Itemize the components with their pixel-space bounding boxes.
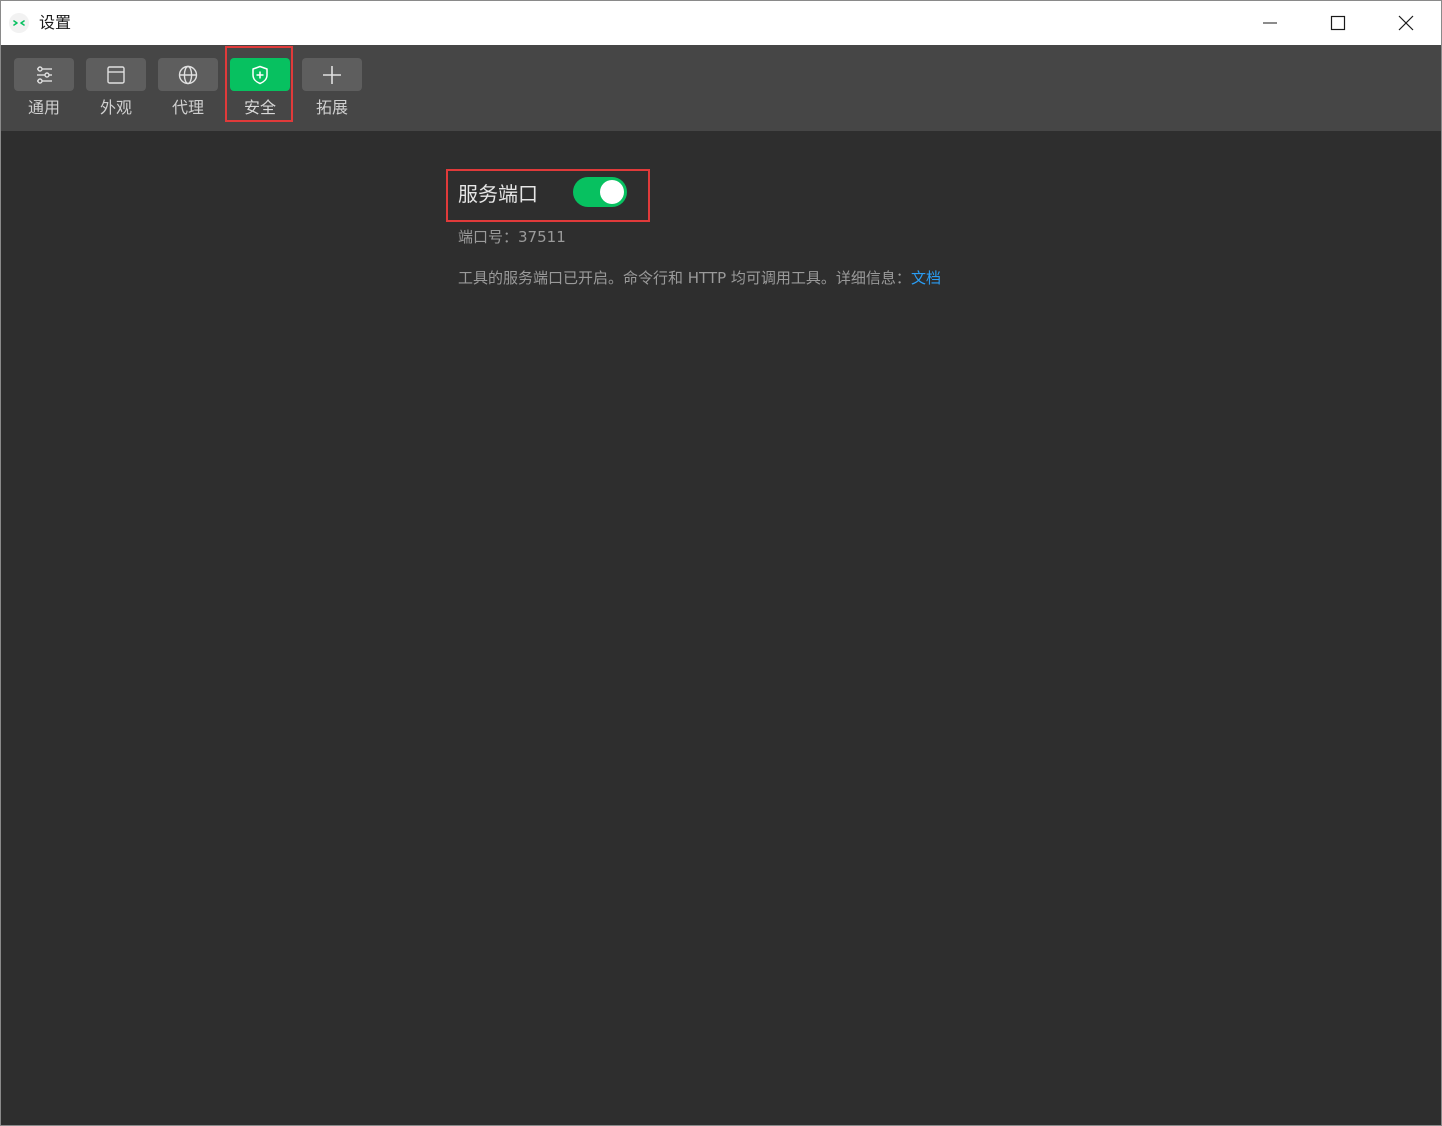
tab-button[interactable] (14, 58, 74, 91)
tab-label: 外观 (99, 98, 132, 117)
service-port-toggle[interactable] (573, 177, 627, 207)
port-prefix: 端口号： (458, 228, 519, 246)
close-icon (1398, 15, 1414, 31)
tab-appearance[interactable]: 外观 (81, 45, 151, 131)
settings-toolbar: 通用 外观 代理 安全 拓展 (1, 45, 1441, 131)
window-title: 设置 (39, 13, 72, 32)
maximize-button[interactable] (1304, 1, 1372, 45)
close-button[interactable] (1372, 1, 1440, 45)
security-panel: 服务端口 端口号：37511 工具的服务端口已开启。命令行和 HTTP 均可调用… (1, 131, 1441, 1125)
tab-button[interactable] (86, 58, 146, 91)
port-number: 37511 (518, 228, 566, 246)
service-port-description: 工具的服务端口已开启。命令行和 HTTP 均可调用工具。详细信息：文档 (458, 268, 941, 288)
doc-link[interactable]: 文档 (911, 269, 941, 287)
settings-window: 设置 通用 外观 代理 安全 拓展 服务端口 端口号：37511 工具的服务端口… (0, 0, 1442, 1126)
tab-label: 通用 (27, 98, 60, 117)
description-text: 工具的服务端口已开启。命令行和 HTTP 均可调用工具。详细信息： (458, 269, 911, 287)
minimize-button[interactable] (1236, 1, 1304, 45)
tab-proxy[interactable]: 代理 (153, 45, 223, 131)
tab-label: 安全 (243, 98, 276, 117)
sliders-icon (37, 65, 52, 84)
toggle-knob (600, 180, 624, 204)
window-icon (107, 65, 125, 84)
service-port-label: 服务端口 (458, 182, 538, 206)
tab-label: 拓展 (315, 98, 348, 117)
tab-extensions[interactable]: 拓展 (297, 45, 367, 131)
plus-icon (323, 65, 341, 84)
tab-button[interactable] (230, 58, 290, 91)
minimize-icon (1263, 22, 1277, 24)
tab-button[interactable] (302, 58, 362, 91)
tab-general[interactable]: 通用 (9, 45, 79, 131)
port-number-text: 端口号：37511 (458, 227, 566, 247)
shield-icon (252, 65, 268, 84)
tab-security[interactable]: 安全 (225, 45, 295, 131)
tab-button[interactable] (158, 58, 218, 91)
title-bar: 设置 (1, 1, 1441, 45)
maximize-icon (1330, 15, 1346, 31)
tab-label: 代理 (171, 98, 204, 117)
app-icon (9, 13, 29, 33)
globe-icon (178, 65, 198, 84)
